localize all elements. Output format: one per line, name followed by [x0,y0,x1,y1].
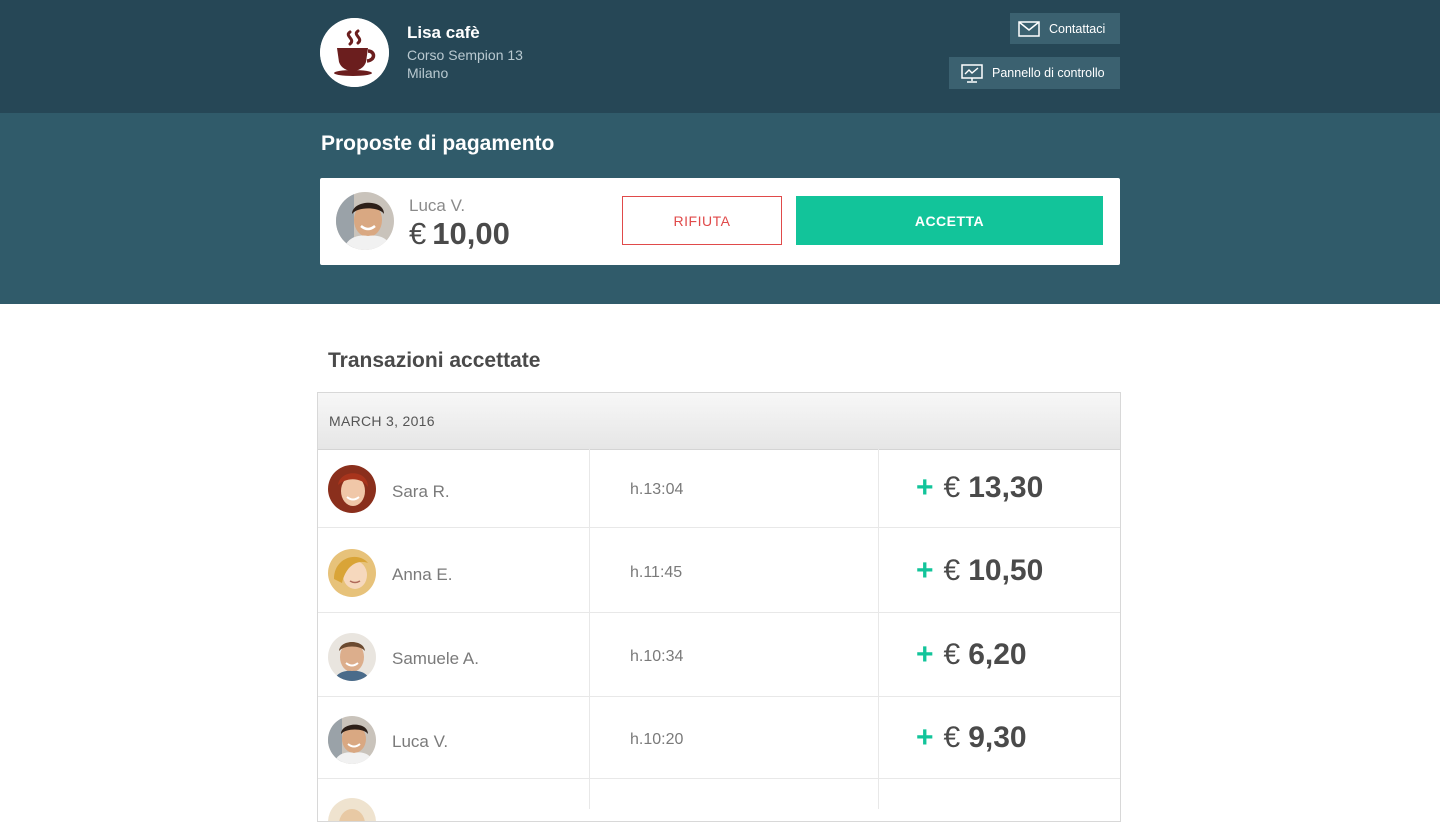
customer-name: Anna E. [392,565,453,584]
monitor-chart-icon [961,63,983,83]
amount-value: 13,30 [968,471,1044,504]
column-divider [878,779,879,809]
transactions-title: Transazioni accettate [328,349,541,372]
transaction-amount: + €13,30 [916,471,1043,505]
avatar [328,465,376,513]
contact-button-label: Contattaci [1049,21,1106,36]
column-divider [878,449,879,527]
amount-value: 9,30 [968,721,1027,754]
column-divider [589,779,590,809]
currency-symbol: € [943,554,961,587]
customer-name: Samuele A. [392,649,479,668]
accept-button[interactable]: ACCETTA [796,196,1103,245]
transaction-time: h.10:34 [630,648,684,665]
avatar [328,633,376,681]
date-label: MARCH 3, 2016 [329,413,435,429]
transaction-time: h.10:20 [630,731,684,748]
column-divider [878,613,879,696]
app-header: Lisa cafè Corso Sempion 13 Milano Contat… [0,0,1440,113]
avatar [328,716,376,764]
currency-symbol: € [943,721,961,754]
avatar [328,549,376,597]
table-row[interactable] [318,779,1120,821]
column-divider [589,449,590,527]
plus-sign: + [916,638,934,671]
avatar [328,798,376,821]
transaction-time: h.13:04 [630,481,684,498]
plus-sign: + [916,554,934,587]
cafe-address-street: Corso Sempion 13 [407,47,523,63]
payment-proposal-card: Luca V. €10,00 RIFIUTA ACCETTA [320,178,1120,265]
customer-name: Luca V. [392,732,449,751]
cafe-address-city: Milano [407,65,449,81]
currency-symbol: € [943,638,961,671]
reject-button[interactable]: RIFIUTA [622,196,782,245]
table-row[interactable]: Luca V. h.10:20 + €9,30 [318,697,1120,779]
transaction-amount: + €6,20 [916,638,1027,672]
column-divider [878,528,879,612]
transaction-time: h.11:45 [630,564,683,581]
column-divider [589,528,590,612]
amount-value: 10,50 [968,554,1044,587]
currency-symbol: € [409,216,427,251]
proposals-title: Proposte di pagamento [321,132,555,155]
column-divider [589,613,590,696]
amount-value: 10,00 [432,216,510,251]
envelope-icon [1018,20,1040,37]
contact-button[interactable]: Contattaci [1010,13,1120,44]
transaction-amount: + €10,50 [916,554,1043,588]
coffee-cup-icon [320,18,389,87]
transaction-amount: + €9,30 [916,721,1027,755]
table-row[interactable]: Sara R. h.13:04 + €13,30 [318,449,1120,528]
transactions-table: MARCH 3, 2016 Sara R. h.13:04 + €13,30 A… [317,392,1121,822]
currency-symbol: € [943,471,961,504]
cafe-name: Lisa cafè [407,23,480,42]
column-divider [878,697,879,778]
column-divider [589,697,590,778]
date-group-header: MARCH 3, 2016 [318,393,1120,450]
customer-name: Sara R. [392,482,450,501]
amount-value: 6,20 [968,638,1027,671]
plus-sign: + [916,721,934,754]
table-row[interactable]: Samuele A. h.10:34 + €6,20 [318,613,1120,697]
proposal-amount: €10,00 [409,216,510,252]
control-panel-button[interactable]: Pannello di controllo [949,57,1120,89]
avatar [336,192,394,250]
payer-name: Luca V. [409,196,466,215]
plus-sign: + [916,471,934,504]
control-panel-button-label: Pannello di controllo [992,66,1105,80]
table-row[interactable]: Anna E. h.11:45 + €10,50 [318,528,1120,613]
